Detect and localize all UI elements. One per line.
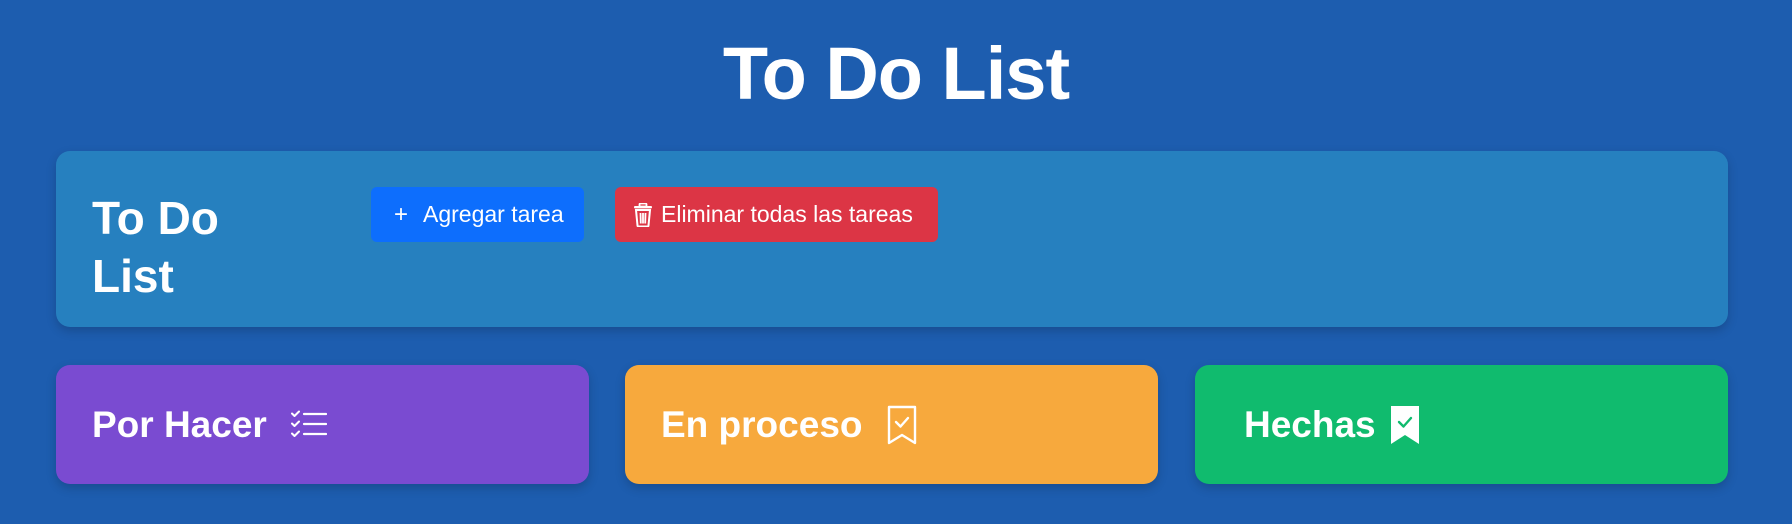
column-title-por-hacer: Por Hacer <box>92 403 267 445</box>
delete-all-tasks-label: Eliminar todas las tareas <box>661 201 913 227</box>
plus-icon: + <box>393 200 408 228</box>
column-por-hacer: Por Hacer <box>56 365 589 484</box>
toolbar-card: To Do List + Agregar tarea Eliminar toda… <box>56 151 1728 327</box>
trash-icon <box>633 202 653 227</box>
add-task-button[interactable]: + Agregar tarea <box>371 187 584 242</box>
toolbar-title: To Do List <box>92 192 219 302</box>
bookmark-check-outline-icon <box>887 405 917 445</box>
checklist-icon <box>290 410 327 440</box>
delete-all-tasks-button[interactable]: Eliminar todas las tareas <box>615 187 938 242</box>
column-title-en-proceso: En proceso <box>661 403 863 445</box>
column-en-proceso: En proceso <box>625 365 1158 484</box>
bookmark-check-filled-icon <box>1390 405 1420 445</box>
add-task-label: Agregar tarea <box>423 201 564 227</box>
page-title: To Do List <box>722 32 1070 115</box>
column-title-hechas: Hechas <box>1244 403 1376 445</box>
column-hechas: Hechas <box>1195 365 1728 484</box>
